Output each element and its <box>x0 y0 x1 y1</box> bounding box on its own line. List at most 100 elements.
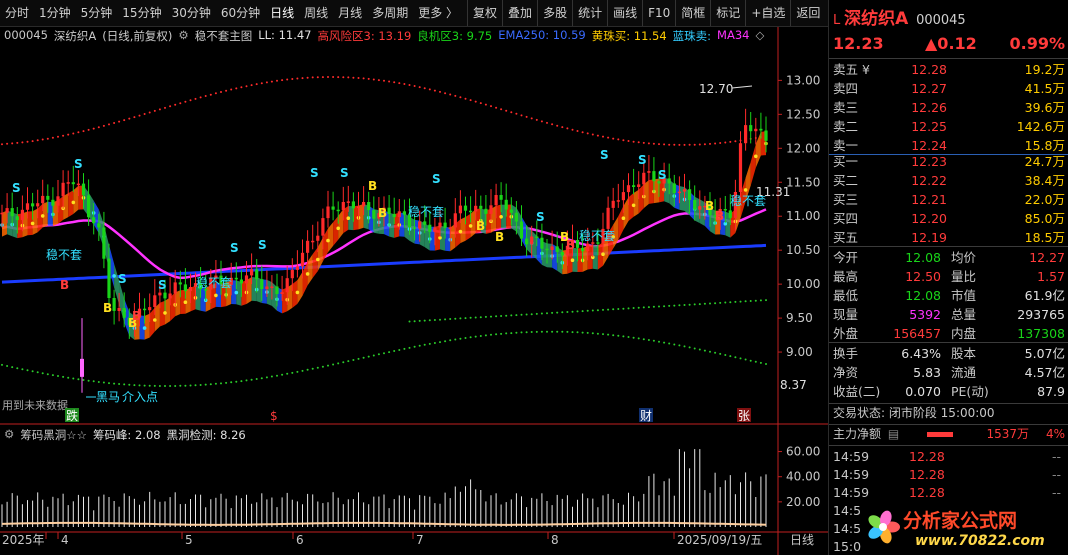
opportunity-band-dot <box>347 360 350 363</box>
event-dividend-marker: $ <box>270 409 278 423</box>
candle-body <box>525 238 529 245</box>
period-label[interactable]: 日线 <box>790 533 814 547</box>
main-flow-label: 主力净额 <box>833 427 882 441</box>
candle-body <box>637 184 641 187</box>
tab-2[interactable]: 5分钟 <box>76 0 118 26</box>
candle-body <box>550 246 554 250</box>
candle-body <box>87 195 91 218</box>
opportunity-band-dot <box>449 318 452 320</box>
opportunity-band-dot <box>245 379 248 382</box>
logo-flower-center <box>879 523 887 531</box>
stat-label: 总量 <box>951 307 977 322</box>
candle-body <box>443 222 447 228</box>
ask-row[interactable]: 卖五 ¥ 12.28 19.2万 <box>833 60 1065 79</box>
bid-row[interactable]: 买一 12.23 24.7万 <box>833 152 1065 171</box>
bid-row[interactable]: 买五 12.19 18.5万 <box>833 228 1065 247</box>
bid-price: 12.19 <box>911 230 947 245</box>
opportunity-band-dot <box>286 372 289 375</box>
tab-4[interactable]: 30分钟 <box>167 0 216 26</box>
trend-ribbon-segment <box>750 144 756 186</box>
opportunity-band-dot <box>469 316 472 319</box>
candle-body <box>621 192 625 201</box>
tab-1[interactable]: 1分钟 <box>34 0 76 26</box>
opportunity-band-dot <box>46 373 49 376</box>
tab-3[interactable]: 15分钟 <box>117 0 166 26</box>
opportunity-band-dot <box>505 332 508 335</box>
func-button-1[interactable]: 叠加 <box>502 0 537 26</box>
opportunity-band-dot <box>556 330 559 333</box>
tab-9[interactable]: 多周期 <box>367 0 413 26</box>
tab-8[interactable]: 月线 <box>333 0 367 26</box>
risk-band-dot <box>158 108 161 111</box>
trend-ribbon-segment <box>623 197 629 230</box>
bid-row[interactable]: 买四 12.20 85.0万 <box>833 209 1065 228</box>
risk-band-dot <box>184 100 187 103</box>
opportunity-band-dot <box>449 339 452 342</box>
tab-10[interactable]: 更多 〉 <box>413 0 463 26</box>
tab-5[interactable]: 60分钟 <box>216 0 265 26</box>
tab-7[interactable]: 周线 <box>299 0 333 26</box>
buy-signal-marker: B <box>566 238 575 252</box>
risk-band-dot <box>444 92 447 95</box>
tab-0[interactable]: 分时 <box>0 0 34 26</box>
risk-band-dot <box>459 96 462 99</box>
opportunity-band-dot <box>688 346 691 349</box>
func-button-0[interactable]: 复权 <box>467 0 502 26</box>
risk-band-dot <box>148 111 151 114</box>
stat-value: 293765 <box>1017 307 1065 322</box>
main-flow-toggle-icon[interactable]: ▤ <box>888 427 899 441</box>
func-button-4[interactable]: 画线 <box>607 0 642 26</box>
stat-row: 收益(二) 0.070 PE(动) 87.9 <box>833 382 1065 401</box>
buy-signal-marker: B <box>60 278 69 292</box>
high-pointer <box>731 85 753 89</box>
price-axis-label: 9.50 <box>786 311 813 325</box>
ask-row[interactable]: 卖三 12.26 39.6万 <box>833 98 1065 117</box>
risk-band-dot <box>729 140 732 143</box>
bid-label: 买二 <box>833 173 859 188</box>
risk-band-dot <box>647 142 650 145</box>
info-expand-icon[interactable]: ◇ <box>755 28 764 44</box>
info-indicator[interactable]: 稳不套主图 <box>195 28 253 44</box>
func-button-6[interactable]: 简框 <box>675 0 710 26</box>
func-button-3[interactable]: 统计 <box>572 0 607 26</box>
indicator-settings-icon[interactable]: ⚙ <box>178 28 188 44</box>
candle-body <box>295 266 299 270</box>
opportunity-band-dot <box>596 309 599 312</box>
opportunity-band-dot <box>556 311 559 314</box>
sell-signal-marker: S <box>12 181 21 195</box>
func-button-9[interactable]: 返回 <box>790 0 825 26</box>
stat-label: PE(动) <box>951 384 989 399</box>
yellow-pearl <box>326 238 330 243</box>
func-button-7[interactable]: 标记 <box>710 0 745 26</box>
ask-row[interactable]: 卖二 12.25 142.6万 <box>833 117 1065 136</box>
opportunity-band-dot <box>220 382 222 385</box>
bid-row[interactable]: 买三 12.21 22.0万 <box>833 190 1065 209</box>
bid-row[interactable]: 买二 12.22 38.4万 <box>833 171 1065 190</box>
candle-body <box>392 214 396 218</box>
opportunity-band-dot <box>26 369 29 372</box>
candle-body <box>15 216 19 221</box>
stat-value: 0.070 <box>905 384 941 399</box>
trend-ribbon-segment <box>312 247 318 278</box>
yellow-pearl <box>183 300 188 305</box>
price-axis-label: 12.00 <box>786 141 820 155</box>
kline-chart[interactable]: 13.00 12.50 12.00 11.50 11.00 10.50 10.00 9.50 9… <box>0 27 828 555</box>
ask-row[interactable]: 卖四 12.27 41.5万 <box>833 79 1065 98</box>
risk-band-dot <box>393 81 396 84</box>
sub-settings-icon[interactable]: ⚙ <box>4 427 14 441</box>
opportunity-band-dot <box>561 330 564 333</box>
stat-value: 12.08 <box>905 250 941 265</box>
func-button-2[interactable]: 多股 <box>537 0 572 26</box>
tab-6[interactable]: 日线 <box>265 0 299 26</box>
divider <box>829 445 1068 446</box>
date-axis-label: 4 <box>61 533 69 547</box>
func-button-8[interactable]: +自选 <box>745 0 790 26</box>
risk-band-dot <box>169 105 172 108</box>
sub-indicator-name[interactable]: 筹码黑洞☆☆ <box>20 427 87 442</box>
func-button-5[interactable]: F10 <box>642 0 675 26</box>
trend-ribbon-segment <box>32 208 38 235</box>
opportunity-band-dot <box>92 380 95 383</box>
stat-row: 换手 6.43% 股本 5.07亿 <box>833 344 1065 363</box>
date-axis-label: 8 <box>551 533 559 547</box>
trend-ribbon-segment <box>333 216 339 246</box>
